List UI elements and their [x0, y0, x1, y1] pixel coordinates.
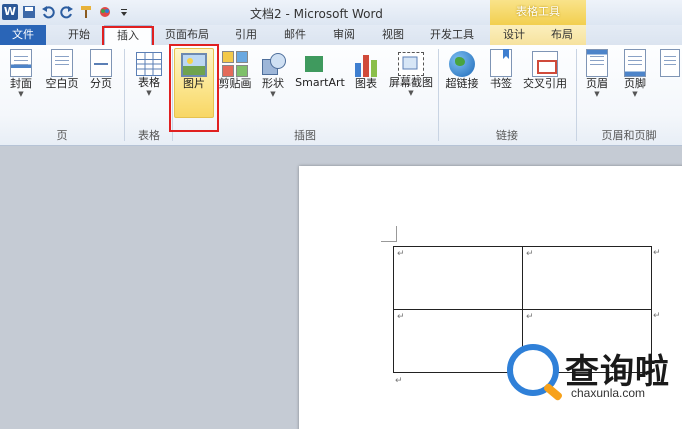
table-cell[interactable]: ↵ — [393, 309, 523, 373]
format-painter-icon[interactable] — [78, 4, 94, 20]
tab-home[interactable]: 开始 — [58, 25, 100, 45]
undo-icon[interactable] — [40, 4, 56, 20]
shapes-icon — [260, 51, 286, 77]
tab-developer[interactable]: 开发工具 — [423, 25, 481, 45]
hyperlink-icon — [449, 51, 475, 77]
table-cell[interactable]: ↵ — [393, 246, 523, 310]
chevron-down-icon: ▼ — [146, 89, 152, 97]
ribbon-tab-row: 文件 开始 插入 页面布局 引用 邮件 审阅 视图 开发工具 设计 布局 — [0, 25, 682, 46]
shapes-button[interactable]: 形状 ▼ — [258, 48, 288, 120]
chevron-down-icon: ▼ — [408, 89, 414, 97]
chevron-down-icon: ▼ — [270, 90, 276, 98]
picture-button[interactable]: 图片 — [174, 48, 214, 118]
tab-review[interactable]: 审阅 — [325, 25, 363, 45]
cross-reference-icon — [532, 51, 558, 77]
screenshot-button[interactable]: 屏幕截图 ▼ — [386, 48, 436, 120]
redo-icon[interactable] — [59, 4, 75, 20]
word-logo-icon[interactable]: W — [2, 4, 18, 20]
bookmark-button[interactable]: 书签 — [486, 48, 516, 120]
row-end-mark: ↵ — [653, 248, 661, 258]
page-number-button[interactable] — [660, 48, 680, 120]
save-icon[interactable] — [21, 4, 37, 20]
customize-icon[interactable] — [116, 4, 132, 20]
tab-page-layout[interactable]: 页面布局 — [157, 25, 217, 45]
tab-table-layout[interactable]: 布局 — [538, 25, 586, 45]
group-label-pages: 页 — [56, 129, 68, 142]
tab-insert[interactable]: 插入 — [104, 25, 152, 46]
header-button[interactable]: 页眉 ▼ — [582, 48, 612, 120]
color-icon[interactable] — [97, 4, 113, 20]
table-tools-header: 表格工具 — [490, 0, 586, 25]
watermark-url: chaxunla.com — [571, 386, 646, 400]
table-icon — [136, 52, 162, 76]
clip-art-icon — [222, 51, 248, 77]
chevron-down-icon: ▼ — [632, 90, 638, 98]
clip-art-button[interactable]: 剪贴画 — [216, 48, 254, 120]
hyperlink-button[interactable]: 超链接 — [442, 48, 482, 120]
group-divider — [124, 49, 125, 141]
chart-icon — [352, 51, 380, 77]
chevron-down-icon: ▼ — [18, 90, 24, 98]
row-end-mark: ↵ — [653, 311, 661, 321]
smartart-button[interactable]: SmartArt — [294, 48, 346, 120]
header-icon — [586, 49, 608, 77]
tab-references[interactable]: 引用 — [227, 25, 265, 45]
window-title: 文档2 - Microsoft Word — [250, 7, 383, 21]
paragraph-end-mark: ↵ — [395, 376, 403, 386]
chart-button[interactable]: 图表 — [350, 48, 382, 120]
group-label-illustrations: 插图 — [294, 129, 316, 142]
tab-design[interactable]: 设计 — [490, 25, 538, 45]
page-number-icon — [660, 49, 680, 77]
picture-icon — [181, 53, 207, 77]
chevron-down-icon: ▼ — [594, 90, 600, 98]
search-logo-icon — [507, 344, 559, 396]
blank-page-icon — [51, 49, 73, 77]
title-bar: W 文档2 - Microsoft Word 表格工具 — [0, 0, 682, 25]
cross-reference-button[interactable]: 交叉引用 — [520, 48, 570, 120]
page-break-icon — [90, 49, 112, 77]
group-label-tables: 表格 — [138, 129, 160, 142]
group-label-header-footer: 页眉和页脚 — [601, 129, 657, 142]
tab-file[interactable]: 文件 — [0, 25, 46, 45]
footer-icon — [624, 49, 646, 77]
table-row: ↵ ↵ — [393, 246, 652, 310]
quick-access-toolbar: W — [2, 3, 132, 21]
cover-page-icon — [10, 49, 32, 77]
table-cell[interactable]: ↵ — [522, 246, 652, 310]
screenshot-icon — [398, 52, 424, 76]
bookmark-icon — [490, 49, 512, 77]
margin-corner-mark — [381, 226, 397, 242]
table-button[interactable]: 表格 ▼ — [131, 48, 167, 120]
group-label-links: 链接 — [496, 129, 518, 142]
page-break-button[interactable]: 分页 — [86, 48, 116, 120]
blank-page-button[interactable]: 空白页 — [42, 48, 82, 120]
cover-page-button[interactable]: 封面 ▼ — [6, 48, 36, 120]
smartart-icon — [305, 52, 335, 76]
ribbon-panel: 封面 ▼ 空白页 分页 页 表格 ▼ 表格 图片 剪贴画 形状 ▼ SmartA… — [0, 45, 682, 146]
tab-view[interactable]: 视图 — [374, 25, 412, 45]
tab-mailings[interactable]: 邮件 — [276, 25, 314, 45]
footer-button[interactable]: 页脚 ▼ — [620, 48, 650, 120]
site-watermark: 查询啦 chaxunla.com — [507, 340, 682, 410]
